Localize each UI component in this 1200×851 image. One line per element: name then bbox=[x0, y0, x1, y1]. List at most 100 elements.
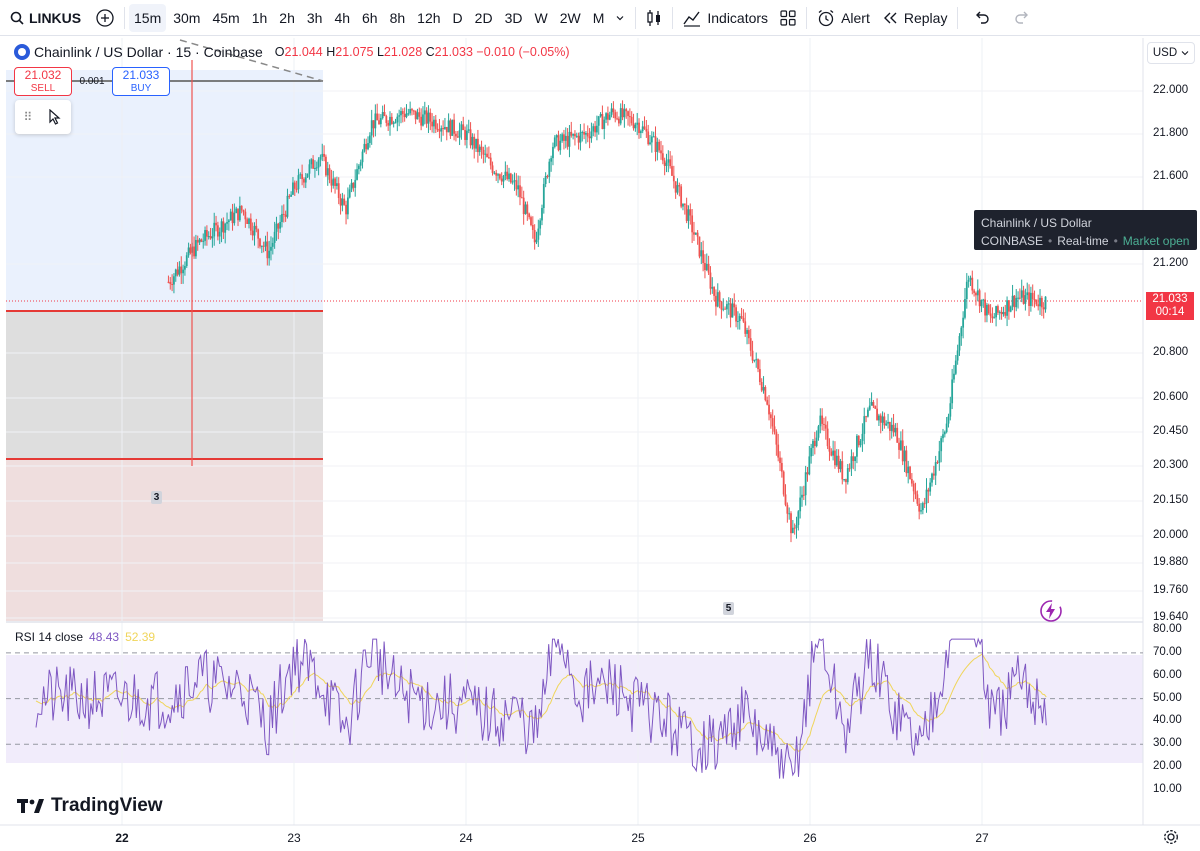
candle-body bbox=[878, 415, 880, 421]
candle-body bbox=[608, 114, 611, 120]
candle-body bbox=[185, 255, 188, 267]
candle-body bbox=[824, 424, 827, 429]
tradingview-logo[interactable]: TradingView bbox=[17, 795, 163, 817]
candle-body bbox=[720, 301, 723, 310]
candle-body bbox=[596, 125, 598, 133]
candle-body bbox=[537, 228, 540, 240]
candle-body bbox=[211, 236, 214, 239]
candle-body bbox=[760, 382, 763, 391]
candle-body bbox=[231, 211, 234, 224]
candle-body bbox=[788, 513, 791, 515]
candle-body bbox=[726, 304, 728, 310]
candle-body bbox=[975, 292, 977, 296]
candle-body bbox=[544, 175, 547, 184]
buy-button[interactable]: 21.033 BUY bbox=[112, 67, 170, 96]
drag-handle-icon[interactable]: ⠿ bbox=[24, 110, 33, 124]
candle-body bbox=[771, 418, 774, 427]
candle-body bbox=[200, 239, 203, 242]
candle-body bbox=[676, 185, 679, 193]
lightning-icon[interactable] bbox=[1039, 599, 1063, 623]
candle-body bbox=[500, 178, 503, 182]
candle-body bbox=[233, 212, 236, 224]
settings-gear-icon[interactable] bbox=[1163, 829, 1179, 845]
candle-body bbox=[189, 247, 192, 253]
candle-body bbox=[389, 116, 391, 126]
candle-body bbox=[819, 415, 822, 427]
candle-body bbox=[237, 208, 239, 221]
candle-body bbox=[643, 126, 646, 129]
bar-marker[interactable]: 3 bbox=[151, 491, 162, 504]
candle-body bbox=[672, 175, 675, 182]
sell-button[interactable]: 21.032 SELL bbox=[14, 67, 72, 96]
candle-body bbox=[705, 263, 708, 271]
candle-body bbox=[927, 489, 930, 492]
candle-body bbox=[487, 157, 490, 159]
rsi-tick-label: 60.00 bbox=[1153, 668, 1182, 681]
candle-body bbox=[934, 462, 937, 476]
candle-body bbox=[392, 122, 395, 124]
candle-body bbox=[213, 222, 216, 237]
bar-marker[interactable]: 5 bbox=[723, 602, 734, 615]
candle-body bbox=[484, 153, 487, 155]
candle-body bbox=[196, 239, 199, 243]
candle-body bbox=[429, 112, 432, 122]
candle-body bbox=[801, 494, 803, 498]
candle-body bbox=[885, 423, 888, 426]
candle-body bbox=[997, 306, 999, 313]
candle-body bbox=[802, 494, 805, 496]
candle-body bbox=[718, 292, 721, 302]
candle-body bbox=[713, 287, 716, 296]
candle-body bbox=[383, 112, 386, 117]
candle-body bbox=[447, 120, 450, 133]
candle-body bbox=[480, 146, 483, 150]
candle-body bbox=[835, 455, 838, 466]
candle-body bbox=[235, 208, 238, 213]
candle-body bbox=[348, 189, 351, 198]
candle-body bbox=[574, 133, 576, 137]
candle-body bbox=[370, 120, 373, 136]
candle-body bbox=[325, 156, 327, 176]
candle-body bbox=[418, 112, 421, 117]
change-value: −0.010 (−0.05%) bbox=[476, 45, 570, 59]
candle-body bbox=[749, 338, 752, 351]
price-tick-label: 20.600 bbox=[1153, 391, 1189, 403]
price-tick-label: 19.760 bbox=[1153, 584, 1189, 596]
price-chart[interactable] bbox=[0, 0, 1200, 851]
candle-body bbox=[779, 457, 781, 463]
time-tick-label: 26 bbox=[803, 831, 817, 845]
floating-drawing-toolbar[interactable]: ⠿ bbox=[15, 100, 71, 134]
time-tick-label: 23 bbox=[287, 831, 301, 845]
candle-body bbox=[444, 127, 446, 129]
candle-body bbox=[638, 122, 640, 134]
candle-body bbox=[1011, 295, 1014, 307]
candle-body bbox=[751, 350, 754, 361]
candle-body bbox=[533, 230, 536, 243]
candle-body bbox=[784, 494, 787, 505]
candle-body bbox=[539, 220, 542, 229]
rsi-ma-value: 52.39 bbox=[125, 630, 156, 644]
price-tick-label: 19.880 bbox=[1153, 556, 1189, 568]
cursor-arrow-icon[interactable] bbox=[48, 109, 62, 125]
candle-body bbox=[513, 180, 516, 182]
candle-body bbox=[246, 219, 249, 225]
candle-body bbox=[806, 472, 809, 475]
candle-body bbox=[775, 431, 778, 445]
candle-body bbox=[524, 204, 527, 215]
candle-body bbox=[431, 121, 434, 127]
candle-body bbox=[279, 221, 282, 229]
candle-body bbox=[229, 211, 232, 221]
candle-body bbox=[449, 120, 452, 136]
candle-body bbox=[456, 136, 459, 138]
candle-body bbox=[936, 462, 939, 464]
candle-body bbox=[940, 438, 943, 452]
price-tick-label: 22.000 bbox=[1153, 84, 1189, 96]
currency-selector[interactable]: USD bbox=[1147, 42, 1195, 64]
candle-body bbox=[346, 197, 349, 215]
candle-body bbox=[632, 123, 635, 129]
candle-body bbox=[786, 504, 789, 514]
candle-body bbox=[1024, 295, 1027, 304]
candle-body bbox=[661, 153, 664, 161]
candle-body bbox=[896, 427, 899, 443]
symbol-title[interactable]: Chainlink / US Dollar · 15 · Coinbase bbox=[34, 44, 263, 60]
candle-body bbox=[262, 245, 265, 247]
